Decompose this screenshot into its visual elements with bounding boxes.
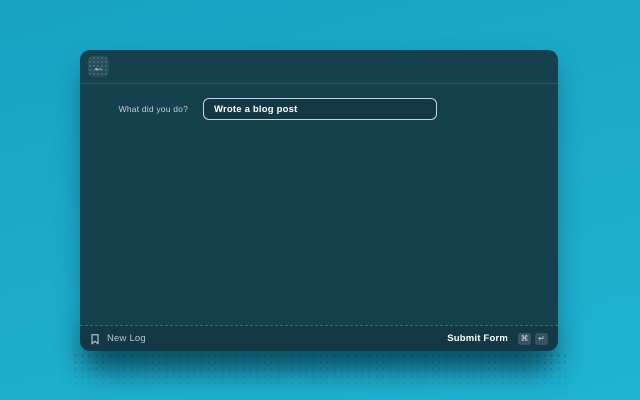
halftone-dots-texture: [72, 352, 566, 394]
submit-form-action[interactable]: Submit Form ⌘ ↵: [447, 333, 548, 345]
window-footer: New Log Submit Form ⌘ ↵: [80, 325, 558, 351]
submit-form-label: Submit Form: [447, 333, 508, 344]
return-key-icon: ↵: [535, 333, 548, 345]
field-label: What did you do?: [80, 104, 188, 114]
window-header: ←: [80, 50, 558, 84]
back-button[interactable]: ←: [88, 56, 109, 77]
form-area: What did you do?: [80, 84, 558, 325]
back-arrow-icon: ←: [93, 61, 105, 73]
command-name: New Log: [107, 333, 146, 344]
command-info[interactable]: New Log: [90, 333, 146, 345]
command-window: ← What did you do? New Log Submit Form ⌘: [80, 50, 558, 351]
command-key-icon: ⌘: [518, 333, 531, 345]
desktop-background: ← What did you do? New Log Submit Form ⌘: [0, 0, 640, 400]
form-row: What did you do?: [80, 98, 558, 120]
text-field[interactable]: [203, 98, 437, 120]
bookmark-icon: [90, 333, 100, 345]
